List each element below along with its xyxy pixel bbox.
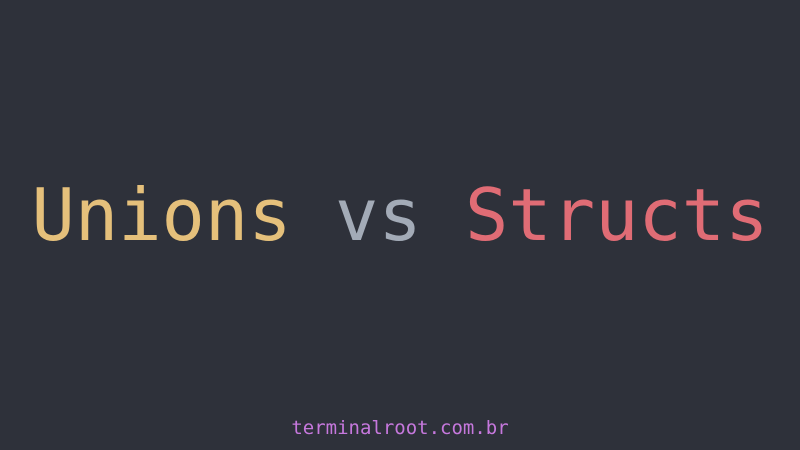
title-word-structs: Structs bbox=[465, 173, 769, 257]
page-title: Unions vs Structs bbox=[0, 175, 800, 255]
footer-site-url: terminalroot.com.br bbox=[291, 417, 509, 439]
title-word-unions: Unions bbox=[31, 173, 292, 257]
title-word-vs: vs bbox=[334, 173, 422, 257]
